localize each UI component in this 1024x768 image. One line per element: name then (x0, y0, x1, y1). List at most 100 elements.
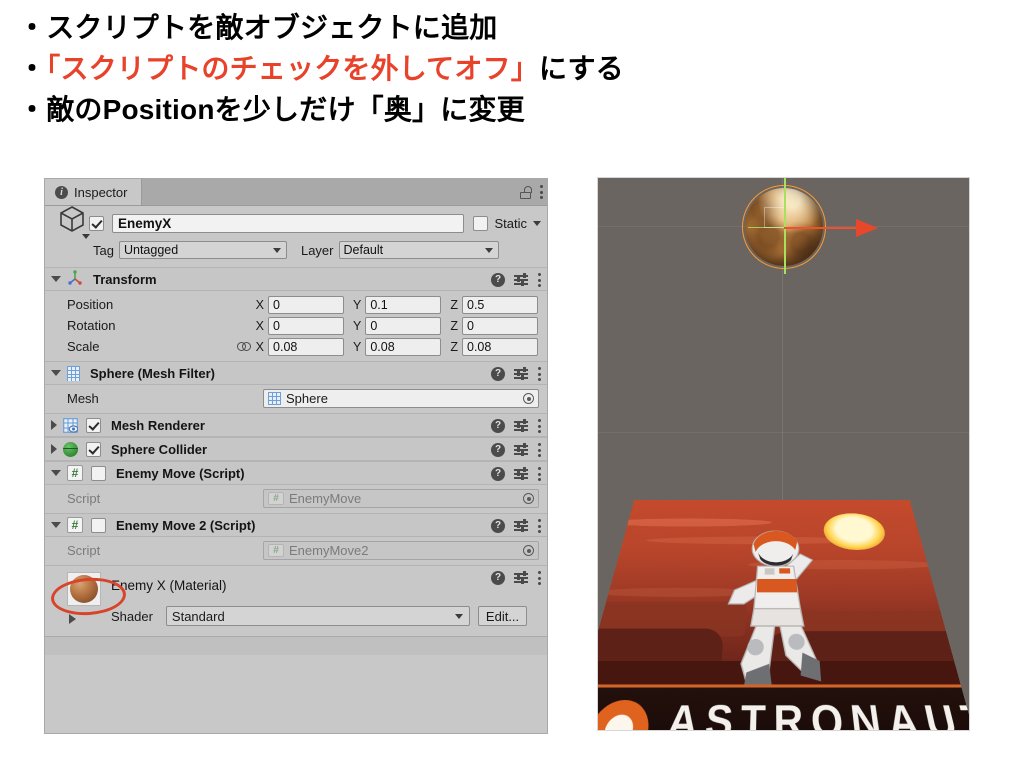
transform-axes-icon (67, 269, 83, 289)
axis-x-label: X (255, 339, 265, 354)
rotation-z-input[interactable]: 0 (462, 316, 538, 335)
help-icon[interactable]: ? (491, 367, 505, 381)
transform-scale-row: Scale X 0.08 Y 0.08 Z 0.08 (45, 336, 547, 357)
enemy-move-script-field[interactable]: # EnemyMove (263, 489, 539, 508)
gizmo-plane-handle[interactable] (764, 207, 786, 228)
settings-sliders-icon[interactable] (514, 571, 528, 584)
component-title: Mesh Renderer (111, 417, 205, 433)
layer-label: Layer (300, 242, 334, 258)
object-picker-icon[interactable] (523, 393, 534, 404)
settings-sliders-icon[interactable] (514, 443, 528, 456)
static-toggle-group: Static (473, 215, 541, 231)
bullet-3-text: ・敵のPositionを少しだけ「奥」に変更 (18, 93, 525, 125)
gizmo-x-arrow-icon[interactable] (856, 219, 878, 237)
kebab-menu-icon[interactable] (537, 519, 541, 533)
padlock-unlocked-icon[interactable] (520, 185, 532, 199)
layer-dropdown[interactable]: Default (338, 241, 499, 259)
rotation-x-input[interactable]: 0 (268, 316, 345, 335)
enemy-move-2-enabled-checkbox[interactable] (91, 517, 106, 533)
kebab-menu-icon[interactable] (539, 185, 543, 199)
position-label: Position (67, 297, 114, 312)
settings-sliders-icon[interactable] (514, 273, 528, 286)
settings-sliders-icon[interactable] (514, 467, 528, 480)
axis-z-label: Z (450, 297, 458, 312)
enemy-move-2-script-field[interactable]: # EnemyMove2 (263, 541, 539, 560)
static-label: Static (494, 215, 527, 231)
help-icon[interactable]: ? (491, 273, 505, 287)
component-header-transform[interactable]: Transform ? (45, 267, 547, 291)
scale-y-input[interactable]: 0.08 (365, 337, 442, 356)
scale-x-input[interactable]: 0.08 (268, 337, 345, 356)
help-icon[interactable]: ? (491, 467, 505, 481)
kebab-menu-icon[interactable] (537, 419, 541, 433)
foldout-arrow-icon[interactable] (51, 276, 61, 282)
gameobject-cube-icon[interactable] (55, 206, 90, 240)
tab-inspector-label: Inspector (74, 184, 128, 200)
kebab-menu-icon[interactable] (537, 571, 541, 585)
astronaut-poster-plane[interactable]: ASTRONAUT EXPLORER · ENGINEER · SCIENTIS… (598, 500, 969, 730)
scale-z-input[interactable]: 0.08 (462, 337, 538, 356)
help-icon[interactable]: ? (491, 571, 505, 585)
mesh-object-field[interactable]: Sphere (263, 389, 539, 408)
bullet-line-3: ・敵のPositionを少しだけ「奥」に変更 (18, 90, 918, 131)
chevron-down-icon (272, 248, 281, 253)
script-hash-icon: # (67, 517, 83, 533)
foldout-arrow-icon[interactable] (51, 522, 61, 528)
static-dropdown-caret-icon[interactable] (533, 220, 541, 226)
component-title: Enemy Move 2 (Script) (116, 517, 256, 533)
foldout-arrow-icon[interactable] (51, 420, 57, 430)
object-picker-icon[interactable] (523, 545, 534, 556)
component-header-mesh-filter[interactable]: Sphere (Mesh Filter) ? (45, 361, 547, 385)
foldout-arrow-icon[interactable] (51, 370, 61, 376)
inspector-panel: i Inspector EnemyX Static Tag Untagged L… (44, 178, 548, 734)
settings-sliders-icon[interactable] (514, 367, 528, 380)
object-picker-icon[interactable] (523, 493, 534, 504)
axis-x-label: X (255, 318, 265, 333)
help-icon[interactable]: ? (491, 519, 505, 533)
position-z-input[interactable]: 0.5 (462, 295, 538, 314)
position-y-input[interactable]: 0.1 (365, 295, 442, 314)
component-header-enemy-move-2[interactable]: # Enemy Move 2 (Script) ? (45, 513, 547, 537)
scene-view[interactable]: ASTRONAUT EXPLORER · ENGINEER · SCIENTIS… (597, 177, 970, 731)
tag-value: Untagged (123, 243, 179, 257)
chevron-down-icon (82, 234, 90, 239)
help-icon[interactable]: ? (491, 419, 505, 433)
settings-sliders-icon[interactable] (514, 519, 528, 532)
component-actions: ? (491, 414, 541, 438)
sphere-collider-enabled-checkbox[interactable] (86, 441, 101, 457)
shader-edit-button[interactable]: Edit... (477, 606, 528, 626)
settings-sliders-icon[interactable] (514, 419, 528, 432)
astronaut-helmet-badge-icon (598, 700, 654, 730)
gameobject-name-input[interactable]: EnemyX (112, 213, 465, 233)
rotation-y-input[interactable]: 0 (365, 316, 442, 335)
enemy-move-2-body: Script # EnemyMove2 (45, 537, 547, 565)
foldout-arrow-icon[interactable] (51, 444, 57, 454)
position-x-input[interactable]: 0 (268, 295, 345, 314)
kebab-menu-icon[interactable] (537, 273, 541, 287)
kebab-menu-icon[interactable] (537, 443, 541, 457)
material-preview-thumbnail[interactable] (67, 572, 101, 606)
component-header-enemy-move[interactable]: # Enemy Move (Script) ? (45, 461, 547, 485)
position-z-value: 0.5 (467, 297, 485, 312)
component-header-mesh-renderer[interactable]: Mesh Renderer ? (45, 413, 547, 437)
gizmo-x-axis[interactable] (784, 227, 858, 229)
static-checkbox[interactable] (473, 215, 489, 231)
gameobject-enabled-checkbox[interactable] (89, 215, 104, 231)
mesh-filter-body: Mesh Sphere (45, 385, 547, 413)
kebab-menu-icon[interactable] (537, 467, 541, 481)
transform-position-row: Position X 0 Y 0.1 Z 0.5 (45, 294, 547, 315)
help-icon[interactable]: ? (491, 443, 505, 457)
shader-dropdown[interactable]: Standard (165, 606, 470, 626)
kebab-menu-icon[interactable] (537, 367, 541, 381)
scale-x-value: 0.08 (273, 339, 298, 354)
enemy-move-enabled-checkbox[interactable] (91, 465, 106, 481)
material-foldout-arrow-icon[interactable] (69, 614, 76, 624)
link-constrain-icon[interactable] (236, 341, 251, 352)
tag-dropdown[interactable]: Untagged (118, 241, 287, 259)
mesh-label: Mesh (67, 391, 99, 406)
gizmo-y-axis[interactable] (784, 178, 786, 274)
component-header-sphere-collider[interactable]: Sphere Collider ? (45, 437, 547, 461)
mesh-renderer-enabled-checkbox[interactable] (86, 417, 101, 433)
foldout-arrow-icon[interactable] (51, 470, 61, 476)
enemy-move-script-value: EnemyMove (289, 491, 362, 506)
